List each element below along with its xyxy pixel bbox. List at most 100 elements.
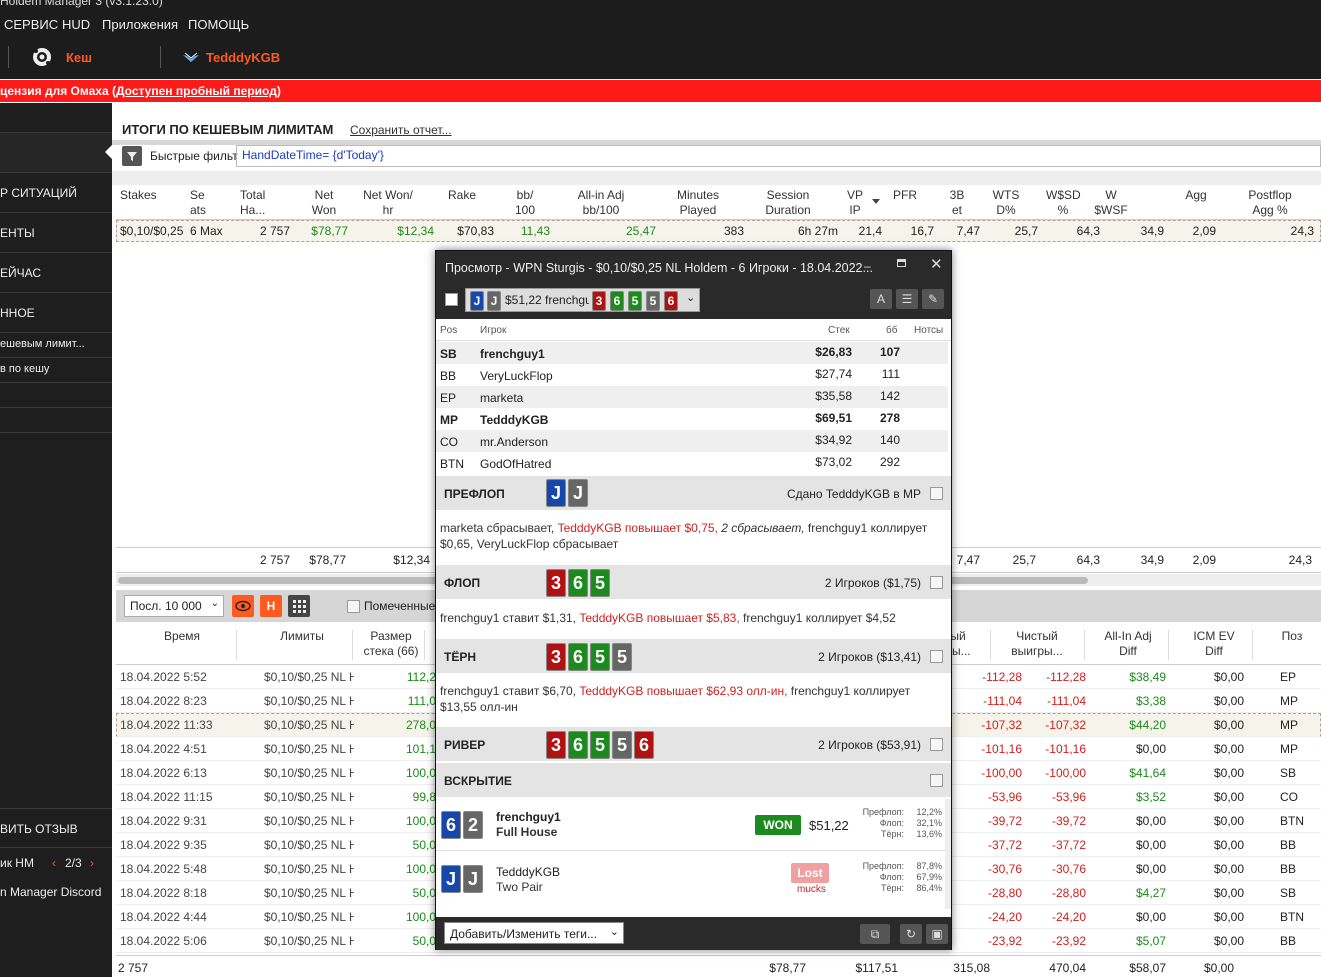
table-cell: 278,0 (405, 718, 436, 732)
street-name: ПРЕФЛОП (444, 487, 505, 501)
menu-apps[interactable]: Приложения (102, 17, 178, 32)
discord-link[interactable]: n Manager Discord (0, 885, 112, 907)
window-title: Holdem Manager 3 (v3.1.23.0) (0, 0, 163, 8)
popup-title-text: Просмотр - WPN Sturgis - $0,10/$0,25 NL … (445, 261, 873, 275)
sidebar-item-moments[interactable]: ЕНТЫ (0, 213, 112, 253)
popup-scrollbar[interactable] (945, 799, 951, 909)
summary-col-header[interactable]: W $WSF (1094, 188, 1128, 218)
copy-icon[interactable]: ⧉ (860, 924, 890, 944)
refresh-icon[interactable]: ↻ (900, 924, 922, 944)
sidebar-item-blank[interactable] (0, 408, 112, 433)
summary-col-header[interactable]: VP IP (844, 188, 866, 218)
summary-col-header[interactable]: W$SD % (1046, 188, 1081, 218)
col-pos: Pos (440, 325, 458, 336)
wings-icon (182, 52, 200, 64)
active-player-label[interactable]: TedddyKGB (206, 50, 280, 65)
minimize-icon[interactable]: – (864, 259, 871, 273)
save-report-link[interactable]: Сохранить отчет... (350, 123, 452, 137)
sidebar-item-cash-reports[interactable]: в по кешу (0, 358, 112, 383)
summary-col-header[interactable]: Postflop Agg % (1240, 188, 1300, 218)
summary-col-header[interactable]: Minutes Played (674, 188, 722, 218)
table-cell: -39,72 (1051, 814, 1086, 828)
summary-col-header[interactable]: Total Ha... (240, 188, 284, 218)
playing-card: J (441, 865, 461, 893)
street-name: ВСКРЫТИЕ (444, 774, 512, 788)
summary-col-header[interactable]: All-in Adj bb/100 (552, 188, 650, 218)
table-cell: $0,00 (1135, 814, 1166, 828)
tags-select[interactable]: Добавить/Изменить теги... ⌄ (444, 922, 624, 944)
table-cell: $0,10/$0,25 NL H (264, 910, 354, 924)
player-name: frenchguy1 (480, 347, 545, 361)
summary-col-header[interactable]: PFR (892, 188, 918, 203)
marked-label: Помеченные (364, 599, 436, 613)
grid-view-icon[interactable] (288, 595, 310, 617)
sidebar-item-now[interactable]: ЕЙЧАС (0, 253, 112, 293)
summary-cell: 2 757 (259, 224, 290, 238)
marked-checkbox[interactable] (347, 600, 360, 613)
cash-tab-label[interactable]: Кеш (66, 50, 92, 65)
summary-col-header[interactable]: Rake (442, 188, 482, 203)
street-flop: ФЛОП 2 Игроков ($1,75) (436, 565, 951, 599)
hands-col-header[interactable]: Время (142, 629, 222, 644)
street-checkbox[interactable] (930, 576, 943, 589)
maximize-icon[interactable] (897, 259, 906, 267)
font-size-icon[interactable]: A (870, 289, 892, 309)
street-checkbox[interactable] (930, 774, 943, 787)
hands-col-header[interactable]: Чистый выигры... (1004, 629, 1070, 659)
summary-total-cell: 2,09 (1192, 553, 1216, 567)
hands-col-header[interactable]: All-In Adj Diff (1092, 629, 1164, 659)
tips-prev-icon[interactable]: ‹ (52, 856, 56, 870)
sidebar-item-cash-limits[interactable]: ешевым лимит... (0, 333, 112, 358)
sidebar-item-saved[interactable]: ННОЕ (0, 293, 112, 333)
street-checkbox[interactable] (930, 650, 943, 663)
summary-col-header[interactable]: bb/ 100 (508, 188, 542, 218)
table-cell: EP (1280, 670, 1297, 684)
table-cell: $0,00 (1213, 862, 1244, 876)
sidebar-item-situations[interactable]: Р СИТУАЦИЙ (0, 173, 112, 213)
table-cell: 111,0 (407, 694, 436, 708)
sidebar-item-active[interactable] (0, 133, 112, 173)
table-cell: SB (1280, 766, 1297, 780)
summary-col-header[interactable]: WTS D% (990, 188, 1022, 218)
hands-col-header[interactable]: ICM EV Diff (1178, 629, 1250, 659)
close-icon[interactable]: ✕ (930, 255, 943, 273)
hand-select-checkbox[interactable] (445, 293, 458, 306)
summary-col-header[interactable]: Net Won (304, 188, 344, 218)
menu-help[interactable]: ПОМОЩЬ (188, 17, 249, 32)
filter-input[interactable]: HandDateTime= {d'Today'} (236, 145, 1321, 167)
street-checkbox[interactable] (930, 738, 943, 751)
filter-icon[interactable] (122, 146, 142, 166)
list-icon[interactable]: ☰ (896, 289, 918, 309)
summary-cell: 6 Max (190, 224, 223, 238)
summary-col-header[interactable]: Agg (1178, 188, 1214, 203)
save-icon[interactable]: ▣ (926, 924, 948, 944)
tips-next-icon[interactable]: › (90, 856, 94, 870)
poker-chip-icon[interactable] (30, 46, 54, 68)
h-filter-button[interactable]: H (260, 595, 282, 617)
menu-service[interactable]: СЕРВИС (4, 17, 58, 32)
menu-hud[interactable]: HUD (62, 17, 90, 32)
summary-col-header[interactable]: Se ats (190, 188, 226, 218)
hands-col-header[interactable]: Поз (1272, 629, 1312, 644)
table-cell: 18.04.2022 11:33 (120, 718, 213, 732)
hand-count-select[interactable]: Посл. 10 000 ⌄ (124, 595, 224, 617)
summary-cell: 64,3 (1076, 224, 1100, 238)
sidebar-item-blank[interactable] (0, 103, 112, 133)
trial-link[interactable]: Доступен пробный период (116, 84, 277, 98)
sidebar-item-blank[interactable] (0, 383, 112, 408)
playing-card: 6 (664, 291, 678, 311)
video-replay-icon[interactable] (232, 595, 254, 617)
summary-col-header[interactable]: Session Duration (764, 188, 812, 218)
street-checkbox[interactable] (930, 487, 943, 500)
hands-col-header[interactable]: Лимиты (262, 629, 342, 644)
hands-col-header[interactable]: Размер стека (66) (358, 629, 424, 659)
table-cell: $0,10/$0,25 NL H (264, 862, 354, 876)
feedback-button[interactable]: ВИТЬ ОТЗЫВ (0, 808, 112, 848)
summary-cell: 6h 27m (797, 224, 838, 238)
playing-card: J (470, 291, 484, 311)
edit-icon[interactable]: ✎ (922, 289, 944, 309)
summary-col-header[interactable]: Stakes (120, 188, 184, 203)
playing-card: 5 (590, 731, 610, 759)
summary-col-header[interactable]: 3B et (946, 188, 968, 218)
summary-col-header[interactable]: Net Won/ hr (358, 188, 418, 218)
